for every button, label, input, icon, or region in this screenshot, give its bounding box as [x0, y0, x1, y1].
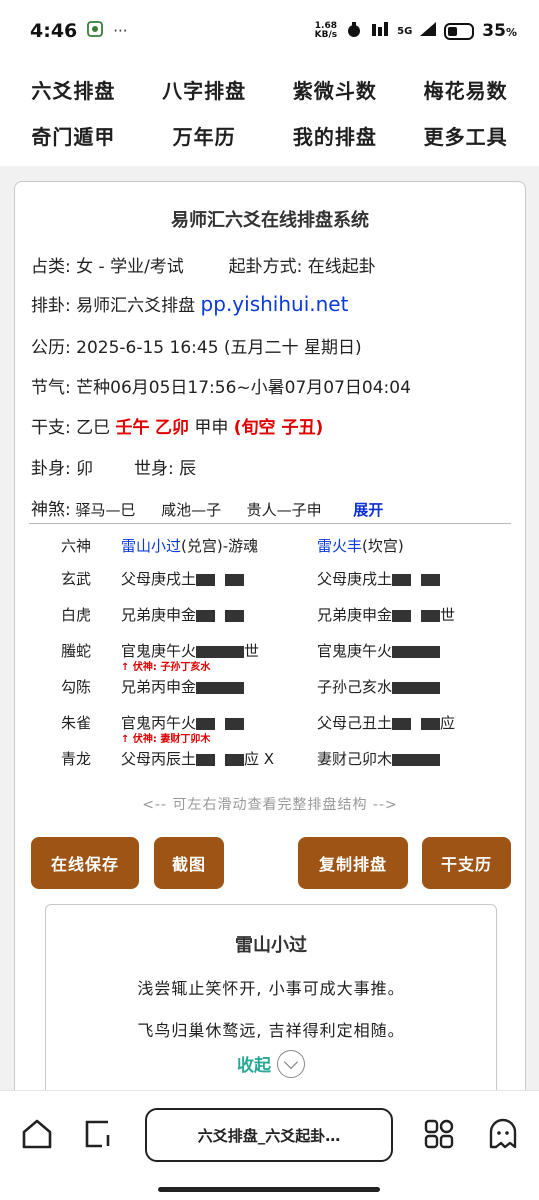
copy-chart-button[interactable]: 复制排盘 [298, 837, 408, 889]
network-speed: 1.68 KB/s [314, 21, 338, 40]
app-notification-icon [87, 21, 104, 41]
changed-hexagram-name: 雷火丰 [317, 537, 363, 555]
shensha-row: 神煞: 驿马—巳 咸池—子 贵人—子申 展开 [31, 500, 384, 520]
wifi-icon [371, 21, 389, 41]
hexagram-line-row: 勾陈 兄弟丙申金 子孙己亥水 [15, 676, 525, 708]
battery-icon [444, 22, 475, 40]
hexagram-line-row: 青龙 父母丙辰土应 X 妻财己卯木 [15, 748, 525, 780]
collapse-button[interactable]: 收起 [46, 1050, 496, 1080]
address-bar[interactable]: 六爻排盘_六爻起卦… [145, 1108, 393, 1162]
verse-line: 浅尝辄止笑怀开, 小事可成大事推。 [137, 979, 405, 998]
nav-calendar[interactable]: 万年历 [139, 112, 270, 158]
main-hexagram-name: 雷山小过 [121, 537, 182, 555]
six-god: 青龙 [61, 750, 92, 768]
gesture-bar [158, 1187, 380, 1192]
hexagram-line-row: 白虎 兄弟庚申金 兄弟庚申金世 [15, 604, 525, 636]
yin-line [196, 573, 245, 586]
fushen-note: ↑ 伏神: 妻财丁卯木 [121, 734, 211, 745]
gregorian-date-row: 公历: 2025-6-15 16:45 (五月二十 星期日) [31, 338, 362, 358]
hexagram-line-row: 朱雀 官鬼丙午火 父母己丑土应 [15, 712, 525, 744]
apps-grid-icon[interactable] [422, 1117, 456, 1151]
cellular-5g-icon: 5G [397, 25, 413, 37]
hexagram-verse-panel: 雷山小过 浅尝辄止笑怀开, 小事可成大事推。 飞鸟归巢休鹜远, 吉祥得利定相随。… [45, 904, 497, 1100]
hexagram-line-row: 螣蛇 官鬼庚午火世官鬼庚午火 [15, 640, 525, 672]
nav-qimen[interactable]: 奇门遁甲 [8, 112, 139, 158]
guashen-row: 卦身: 卯 世身: 辰 [31, 459, 197, 479]
main-line: 兄弟庚申金 [121, 604, 245, 625]
site-link[interactable]: pp.yishihui.net [201, 292, 349, 316]
ganzhi-row: 干支: 乙巳 壬午 乙卯 甲申 (旬空 子丑) [31, 418, 324, 438]
card-title: 易师汇六爻在线排盘系统 [171, 210, 369, 231]
nav-meihua[interactable]: 梅花易数 [400, 66, 531, 112]
yang-line [392, 645, 441, 658]
yin-line [392, 609, 441, 622]
signal-icon [420, 22, 437, 40]
more-notifications-icon: ··· [113, 22, 128, 40]
yin-line [392, 573, 441, 586]
changed-line: 官鬼庚午火 [317, 640, 441, 661]
main-line: 父母庚戌土 [121, 568, 245, 589]
hexagram-header: 六神 雷山小过(兑宫)-游魂 雷火丰(坎宫) [61, 537, 404, 555]
scroll-hint: <-- 可左右滑动查看完整排盘结构 --> [142, 797, 398, 813]
yin-line [392, 717, 441, 730]
ganzhi-calendar-button[interactable]: 干支历 [422, 837, 511, 889]
nav-my-charts[interactable]: 我的排盘 [270, 112, 401, 158]
nav-bazi[interactable]: 八字排盘 [139, 66, 270, 112]
six-god: 朱雀 [61, 714, 92, 732]
changed-line: 父母己丑土应 [317, 714, 456, 732]
yang-line [392, 681, 441, 694]
yin-line [196, 717, 245, 730]
clock: 4:46 [30, 20, 78, 42]
hexagram-line-row: 玄武 父母庚戌土 父母庚戌土 [15, 568, 525, 600]
browser-toolbar: 六爻排盘_六爻起卦… [0, 1090, 539, 1200]
divination-category-row: 占类: 女 - 学业/考试 起卦方式: 在线起卦 [31, 257, 376, 277]
changed-line: 子孙己亥水 [317, 676, 441, 697]
nav-liuyao[interactable]: 六爻排盘 [8, 66, 139, 112]
nav-ziwei[interactable]: 紫微斗数 [270, 66, 401, 112]
screenshot-button[interactable]: 截图 [154, 837, 224, 889]
chart-card: 易师汇六爻在线排盘系统 占类: 女 - 学业/考试 起卦方式: 在线起卦 排卦:… [14, 181, 526, 1101]
fushen-note: ↑ 伏神: 子孙丁亥水 [121, 662, 211, 673]
nav-more-tools[interactable]: 更多工具 [400, 112, 531, 158]
yang-line [392, 753, 441, 766]
changed-line: 妻财己卯木 [317, 748, 441, 769]
expand-shensha-button[interactable]: 展开 [353, 501, 383, 519]
six-god: 勾陈 [61, 678, 92, 696]
status-bar: 4:46 ··· 1.68 KB/s 5G 35% [0, 0, 539, 62]
verse-line: 飞鸟归巢休鹜远, 吉祥得利定相随。 [137, 1021, 405, 1040]
top-navigation: 六爻排盘 八字排盘 紫微斗数 梅花易数 奇门遁甲 万年历 我的排盘 更多工具 [0, 66, 539, 166]
six-god: 螣蛇 [61, 642, 92, 660]
six-god: 玄武 [61, 570, 92, 588]
yin-line [196, 753, 245, 766]
divider [29, 523, 511, 524]
profile-ghost-icon[interactable] [486, 1117, 520, 1151]
save-online-button[interactable]: 在线保存 [31, 837, 139, 889]
solar-term-row: 节气: 芒种06月05日17:56~小暑07月07日04:04 [31, 378, 411, 398]
main-line: 兄弟丙申金 [121, 676, 245, 697]
yin-line [196, 609, 245, 622]
main-line: 父母丙辰土应 X [121, 750, 275, 768]
changed-line: 父母庚戌土 [317, 568, 441, 589]
verse-title: 雷山小过 [235, 935, 307, 956]
paigua-row: 排卦: 易师汇六爻排盘 pp.yishihui.net [31, 292, 349, 316]
changed-line: 兄弟庚申金世 [317, 606, 456, 624]
six-god: 白虎 [61, 606, 92, 624]
yang-line [196, 645, 245, 658]
yang-line [196, 681, 245, 694]
chevron-down-icon [277, 1050, 305, 1078]
app-status-icon [345, 20, 363, 42]
battery-percent: 35% [482, 21, 517, 41]
tabs-icon[interactable] [82, 1117, 116, 1151]
home-icon[interactable] [20, 1117, 54, 1151]
